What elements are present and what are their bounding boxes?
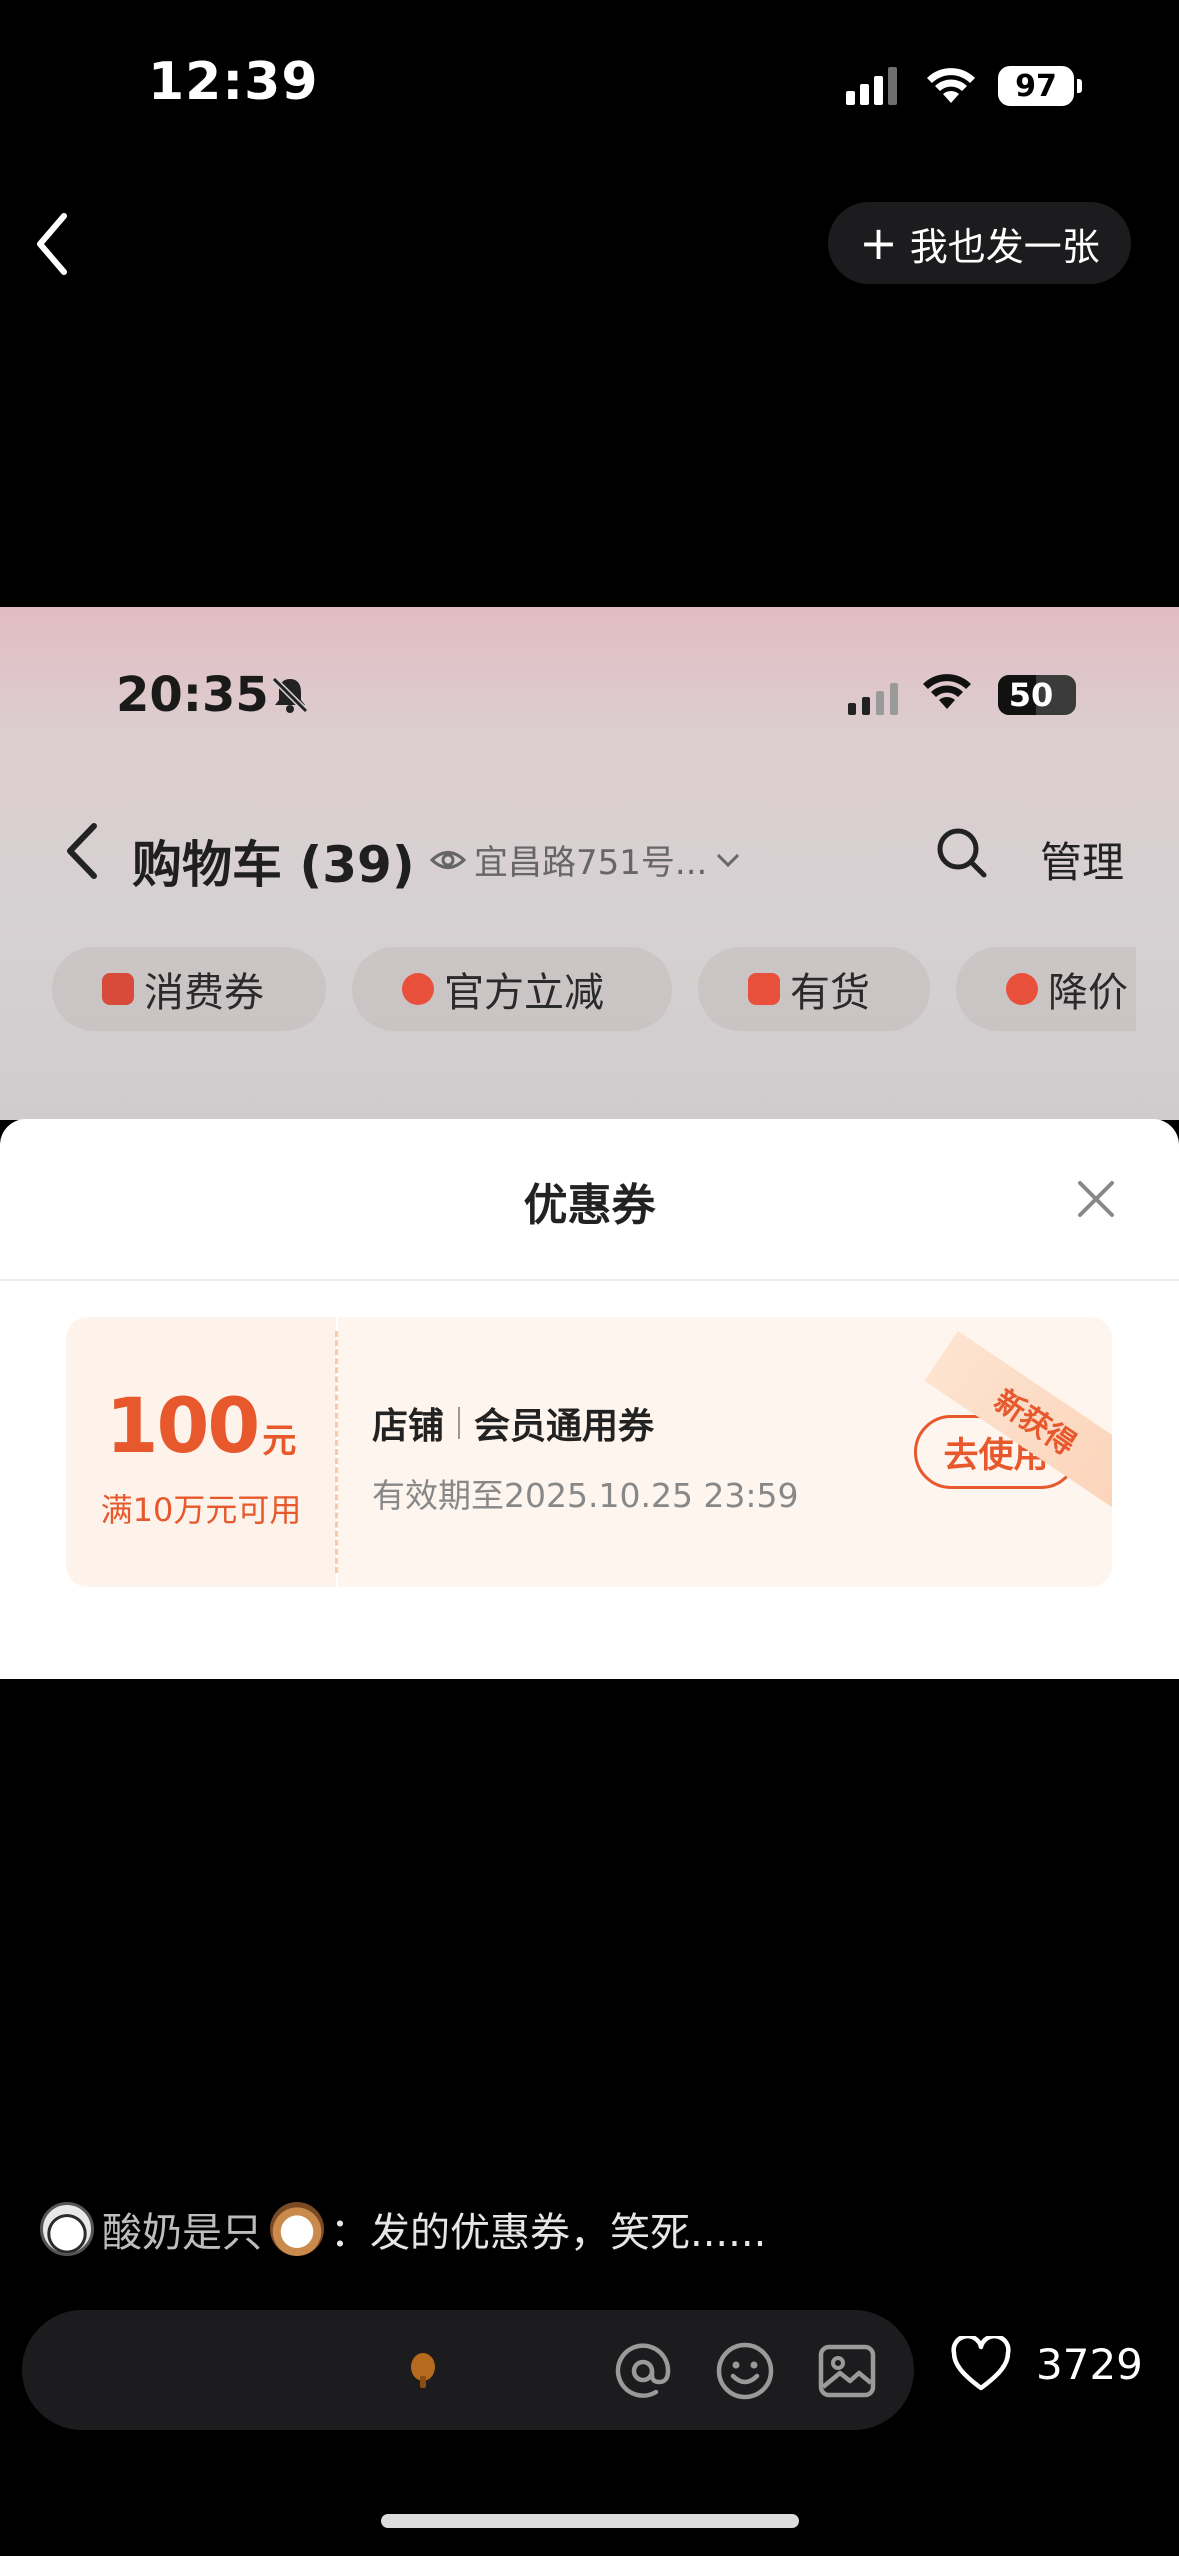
status-icons: 97 [846,62,1082,110]
home-indicator [381,2514,799,2528]
cart-icon [748,973,780,1005]
bell-muted-icon [271,676,309,714]
coupon-sheet-title: 优惠券 [523,1180,656,1231]
cart-address: 宜昌路751号... [430,835,741,884]
commenter-avatar[interactable] [40,2202,94,2256]
heart-icon [951,2336,1011,2391]
input-emoji-icon [411,2353,435,2388]
comment-input[interactable] [22,2310,914,2430]
like-count: 3729 [1036,2339,1143,2389]
chip-coupon: 消费券 [52,947,326,1031]
coupon-info-panel: 店铺 会员通用券 有效期至2025.10.25 23:59 去使用 新获得 [338,1317,1112,1587]
screenshot-signal-icon [848,683,898,715]
chevron-down-icon [717,853,740,867]
coupon-sheet: 优惠券 100 元 满10万元可用 店铺 会员通用券 有效期至2025.10.25… [0,1119,1179,1679]
dog-emoji-icon [270,2202,324,2256]
coupon-amount-number: 100 [105,1381,261,1470]
at-mention-icon[interactable] [612,2340,674,2402]
cart-title: 购物车 (39) [132,836,415,894]
comment-text: ：发的优惠券，笑死...... [330,2210,767,2256]
coupon-shop: 店铺 [372,1406,445,1447]
lightning-icon [402,973,434,1005]
coupon-expiry: 有效期至2025.10.25 23:59 [372,1476,799,1515]
status-time: 12:39 [148,52,319,112]
eye-icon [430,850,466,869]
back-icon[interactable] [30,208,78,280]
ticket-icon [102,973,134,1005]
chip-official-discount-label: 官方立减 [444,970,604,1016]
cart-search-icon [937,828,987,878]
battery-icon: 97 [998,66,1082,106]
chip-in-stock: 有货 [698,947,930,1031]
close-icon [1078,1181,1114,1217]
coupon-value-panel: 100 元 满10万元可用 [66,1317,336,1587]
wifi-icon [927,68,975,103]
coupon-amount: 100 元 [66,1381,336,1470]
coupon-amount-unit: 元 [262,1421,297,1461]
screenshot-cart-header: 20:35 50 购物车 (39) 宜昌路751号... 管理 消费券 官方立减… [0,607,1179,1120]
chip-coupon-label: 消费券 [144,970,264,1016]
comment-line: 酸奶是只 ：发的优惠券，笑死...... [40,2200,766,2258]
like-button[interactable]: 3729 [950,2336,1143,2392]
screenshot-status-time: 20:35 [116,667,269,723]
emoji-icon[interactable] [714,2340,776,2402]
price-down-icon [1006,973,1038,1005]
coupon-condition: 满10万元可用 [100,1491,302,1529]
coupon-type: 会员通用券 [474,1406,655,1447]
shared-screenshot: 20:35 50 购物车 (39) 宜昌路751号... 管理 消费券 官方立减… [0,607,1179,1679]
cart-manage-label: 管理 [1040,838,1125,887]
coupon-name: 店铺 会员通用券 [372,1397,654,1449]
chip-price-drop-label: 降价 [1048,970,1128,1016]
screenshot-wifi-icon [923,674,971,709]
chip-price-drop: 降价 [956,947,1136,1031]
screenshot-battery-level: 50 [1008,676,1054,714]
post-also-label: 我也发一张 [909,224,1100,269]
image-icon[interactable] [816,2340,878,2402]
commenter-name[interactable]: 酸奶是只 [102,2200,262,2258]
screenshot-battery-icon: 50 [998,675,1076,715]
battery-level: 97 [998,66,1074,106]
cart-back-icon [67,823,97,879]
plus-icon: + [859,216,898,270]
cart-address-text: 宜昌路751号... [474,843,708,883]
chip-in-stock-label: 有货 [790,970,870,1016]
chip-official-discount: 官方立减 [352,947,672,1031]
cellular-signal-icon [846,67,897,105]
coupon-card: 100 元 满10万元可用 店铺 会员通用券 有效期至2025.10.25 23:… [66,1317,1112,1587]
post-also-button[interactable]: + 我也发一张 [828,202,1131,284]
sheet-divider [0,1279,1179,1281]
